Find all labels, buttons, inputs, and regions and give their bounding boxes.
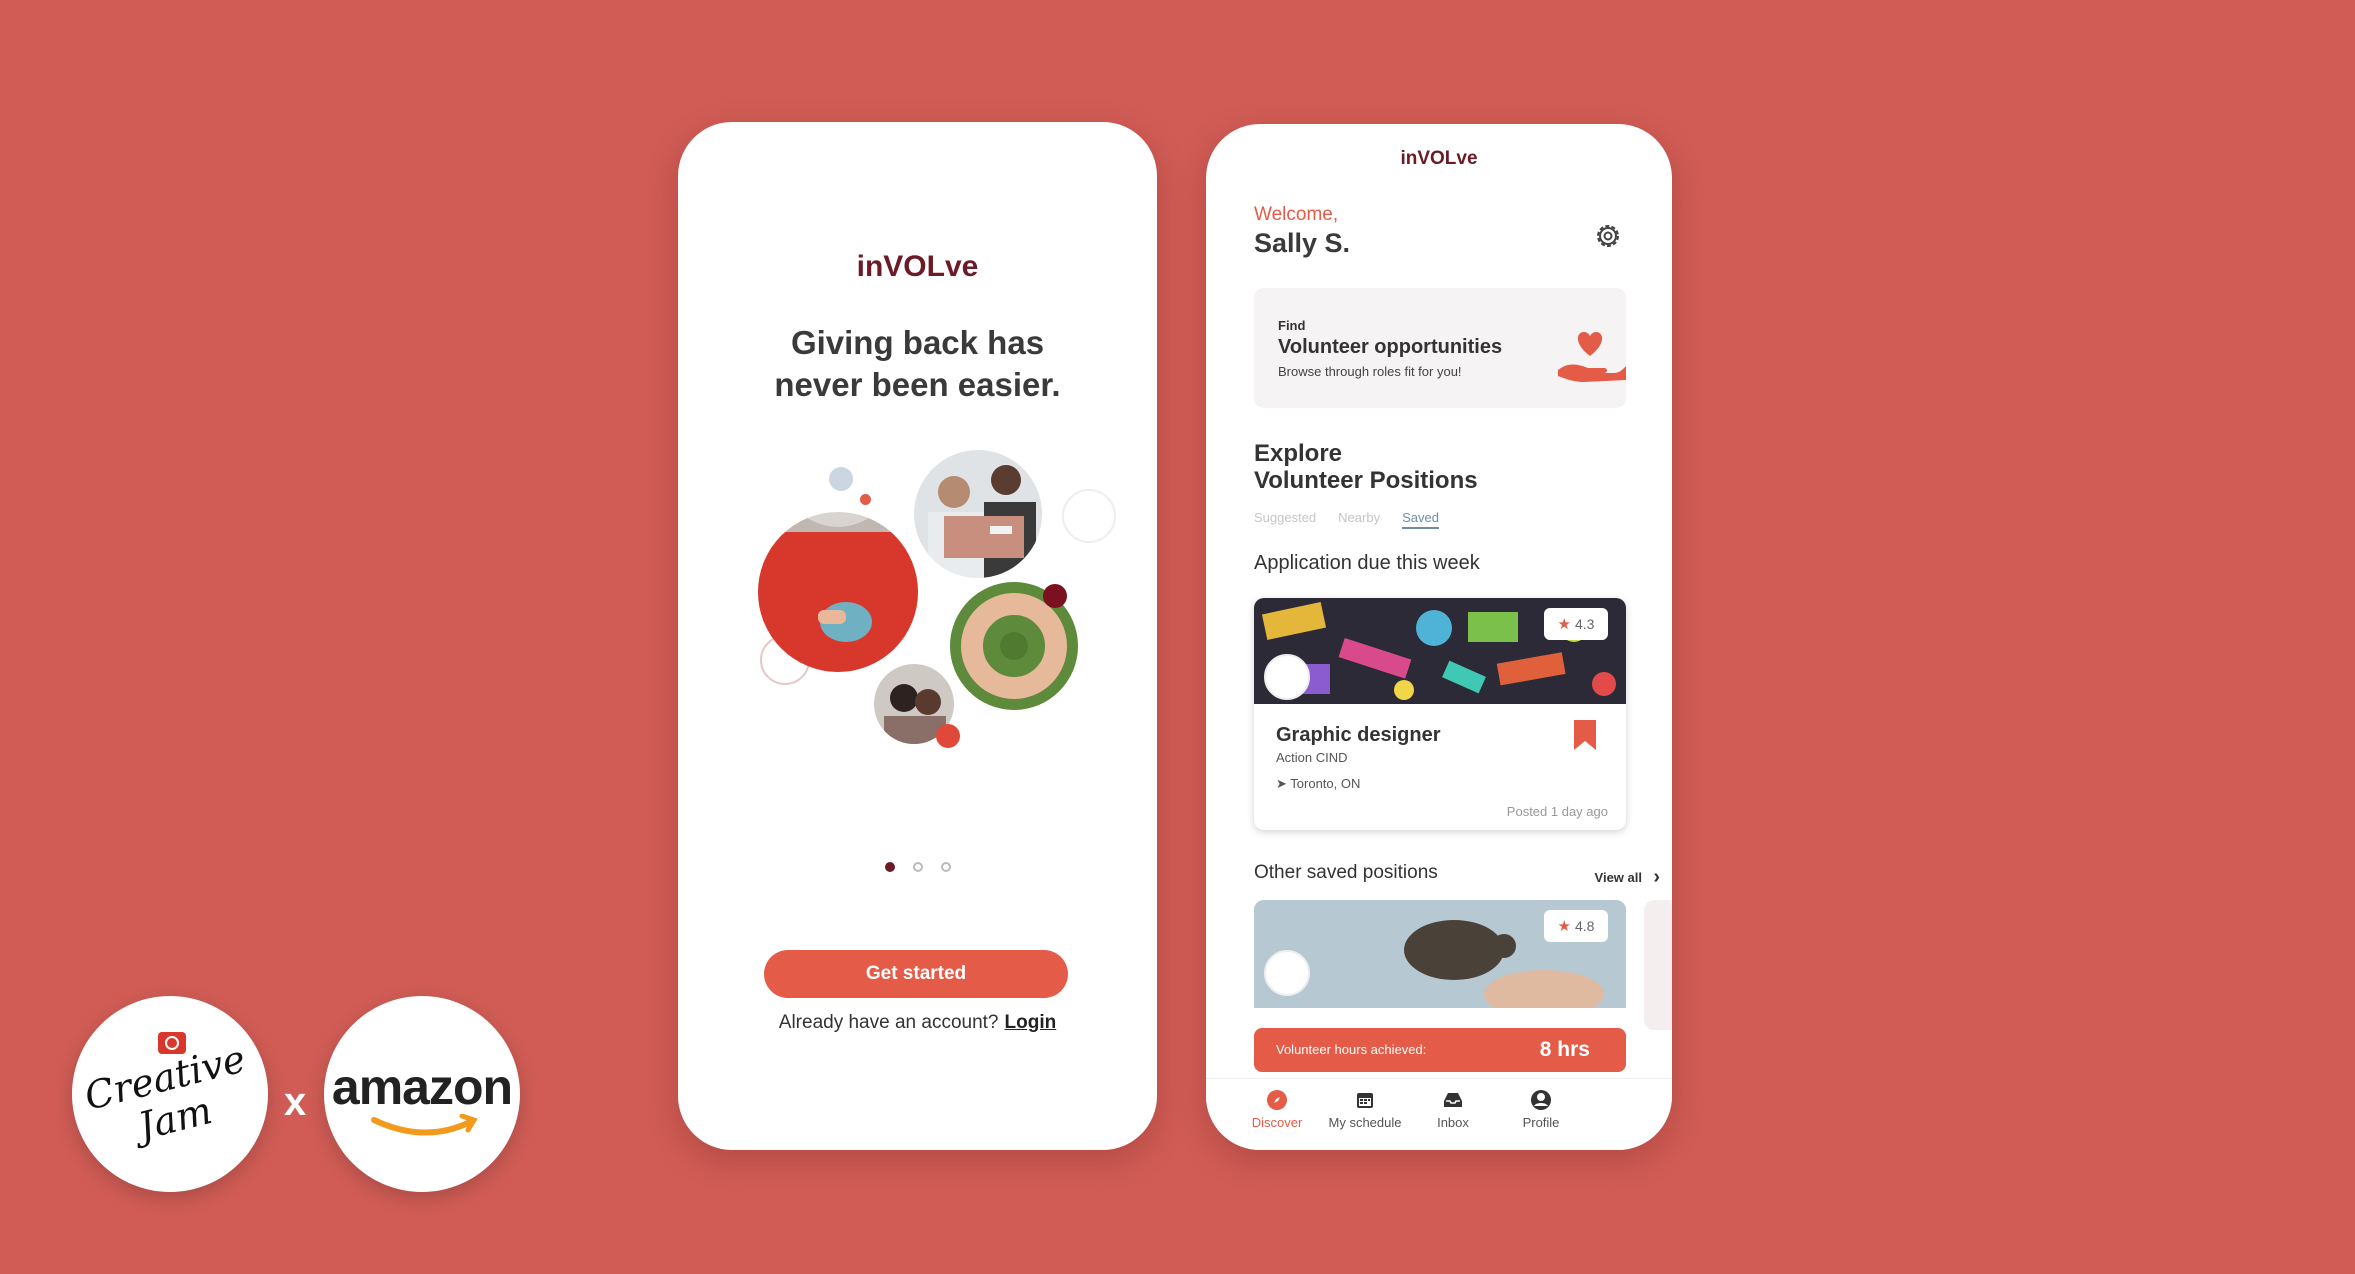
headline-line-2: never been easier. <box>774 366 1061 403</box>
nav-discover[interactable]: Discover <box>1232 1089 1322 1130</box>
get-started-button[interactable]: Get started <box>764 950 1068 998</box>
location-arrow-icon: ➤ <box>1276 776 1291 791</box>
org-logo <box>1264 654 1310 700</box>
brand-title: inVOLve <box>1400 148 1478 169</box>
heart-hand-icon <box>1558 332 1626 382</box>
creative-jam-logo: Creative Jam <box>72 996 268 1192</box>
org-logo <box>1264 950 1310 996</box>
chevron-right-icon[interactable]: › <box>1653 866 1660 889</box>
pager-dot-2[interactable] <box>912 862 923 872</box>
profile-icon <box>1531 1090 1551 1110</box>
inbox-icon <box>1444 1093 1462 1107</box>
rating-value: 4.3 <box>1574 616 1595 632</box>
nav-discover-label: Discover <box>1251 1115 1303 1130</box>
bookmark-icon[interactable] <box>1574 720 1596 750</box>
pager-dot-3[interactable] <box>940 862 951 872</box>
gear-icon[interactable] <box>1592 220 1624 252</box>
photo-bubble-team-box <box>914 450 1042 578</box>
login-row: Already have an account? Login <box>678 1012 1157 1034</box>
welcome-label: Welcome, <box>1254 204 1339 225</box>
volunteer-shirt-image <box>758 512 918 672</box>
job-card[interactable]: ★ 4.3 Graphic designer Action CIND ➤ Toro… <box>1254 598 1626 830</box>
decor-dot-maroon <box>1043 584 1067 608</box>
job-posted: Posted 1 day ago <box>1506 804 1608 819</box>
other-saved-heading: Other saved positions <box>1254 862 1438 883</box>
tab-suggested[interactable]: Suggested <box>1254 510 1316 525</box>
find-title: Volunteer opportunities <box>1278 336 1503 358</box>
explore-line-2: Volunteer Positions <box>1254 467 1478 494</box>
job-location: ➤ Toronto, ON <box>1276 776 1360 792</box>
decor-dot-orange <box>860 494 871 505</box>
nav-profile[interactable]: Profile <box>1496 1089 1586 1130</box>
find-subtitle: Browse through roles fit for you! <box>1278 364 1462 379</box>
nav-inbox[interactable]: Inbox <box>1408 1089 1498 1130</box>
decor-dot-blue <box>829 467 853 491</box>
saved-position-card[interactable]: ★ 4.8 Volunteer hours achieved: 8 hrs <box>1254 900 1626 1100</box>
job-location-text: Toronto, ON <box>1290 776 1361 791</box>
amazon-smile-icon <box>371 1114 478 1136</box>
star-icon: ★ <box>1557 616 1571 633</box>
tab-saved[interactable]: Saved <box>1402 510 1439 529</box>
rating-badge: ★ 4.3 <box>1544 608 1608 640</box>
find-label: Find <box>1278 318 1306 333</box>
home-screen: inVOLve Welcome, Sally S. Find Volunteer… <box>1206 124 1672 1150</box>
tab-nearby[interactable]: Nearby <box>1338 510 1380 525</box>
explore-heading: Explore Volunteer Positions <box>1254 440 1478 494</box>
due-heading: Application due this week <box>1254 552 1480 574</box>
star-icon: ★ <box>1557 918 1571 935</box>
pager-dot-1[interactable] <box>884 862 895 872</box>
hours-value: 8 hrs <box>1539 1038 1590 1061</box>
decor-ring <box>1062 489 1116 543</box>
calendar-icon <box>1357 1093 1373 1108</box>
bottom-nav: Discover My schedule Inbox Profile <box>1206 1078 1672 1150</box>
rating-value: 4.8 <box>1574 918 1595 934</box>
decor-dot-red <box>936 724 960 748</box>
job-org: Action CIND <box>1276 750 1348 765</box>
nav-profile-label: Profile <box>1522 1115 1560 1130</box>
saved-position-card-peek[interactable] <box>1644 900 1672 1030</box>
headline: Giving back has never been easier. <box>678 322 1157 406</box>
nav-my-schedule[interactable]: My schedule <box>1320 1089 1410 1130</box>
find-opportunities-card[interactable]: Find Volunteer opportunities Browse thro… <box>1254 288 1626 408</box>
volunteer-hours-bar: Volunteer hours achieved: 8 hrs <box>1254 1028 1626 1072</box>
explore-line-1: Explore <box>1254 440 1343 467</box>
rating-badge: ★ 4.8 <box>1544 910 1608 942</box>
hours-label: Volunteer hours achieved: <box>1276 1042 1427 1057</box>
creative-jam-wordmark: Creative Jam <box>65 1034 275 1163</box>
amazon-logo: amazon <box>324 996 520 1192</box>
user-name: Sally S. <box>1254 228 1351 258</box>
position-tabs: Suggested Nearby Saved <box>1254 510 1461 529</box>
onboarding-screen: inVOLve Giving back has never been easie… <box>678 122 1157 1150</box>
brand-title: inVOLve <box>856 250 979 283</box>
headline-line-1: Giving back has <box>790 324 1045 361</box>
account-prompt: Already have an account? <box>778 1012 999 1033</box>
collab-separator: x <box>284 1080 307 1124</box>
nav-schedule-label: My schedule <box>1328 1115 1402 1130</box>
login-link[interactable]: Login <box>1005 1012 1057 1033</box>
page-indicator <box>678 859 1157 877</box>
photo-bubble-volunteer-shirt <box>758 512 918 672</box>
job-title: Graphic designer <box>1276 724 1441 746</box>
view-all-link[interactable]: View all <box>1595 870 1642 885</box>
nav-inbox-label: Inbox <box>1437 1115 1469 1130</box>
compass-icon <box>1267 1090 1287 1110</box>
amazon-wordmark: amazon <box>331 1059 513 1115</box>
team-box-image <box>914 450 1042 578</box>
